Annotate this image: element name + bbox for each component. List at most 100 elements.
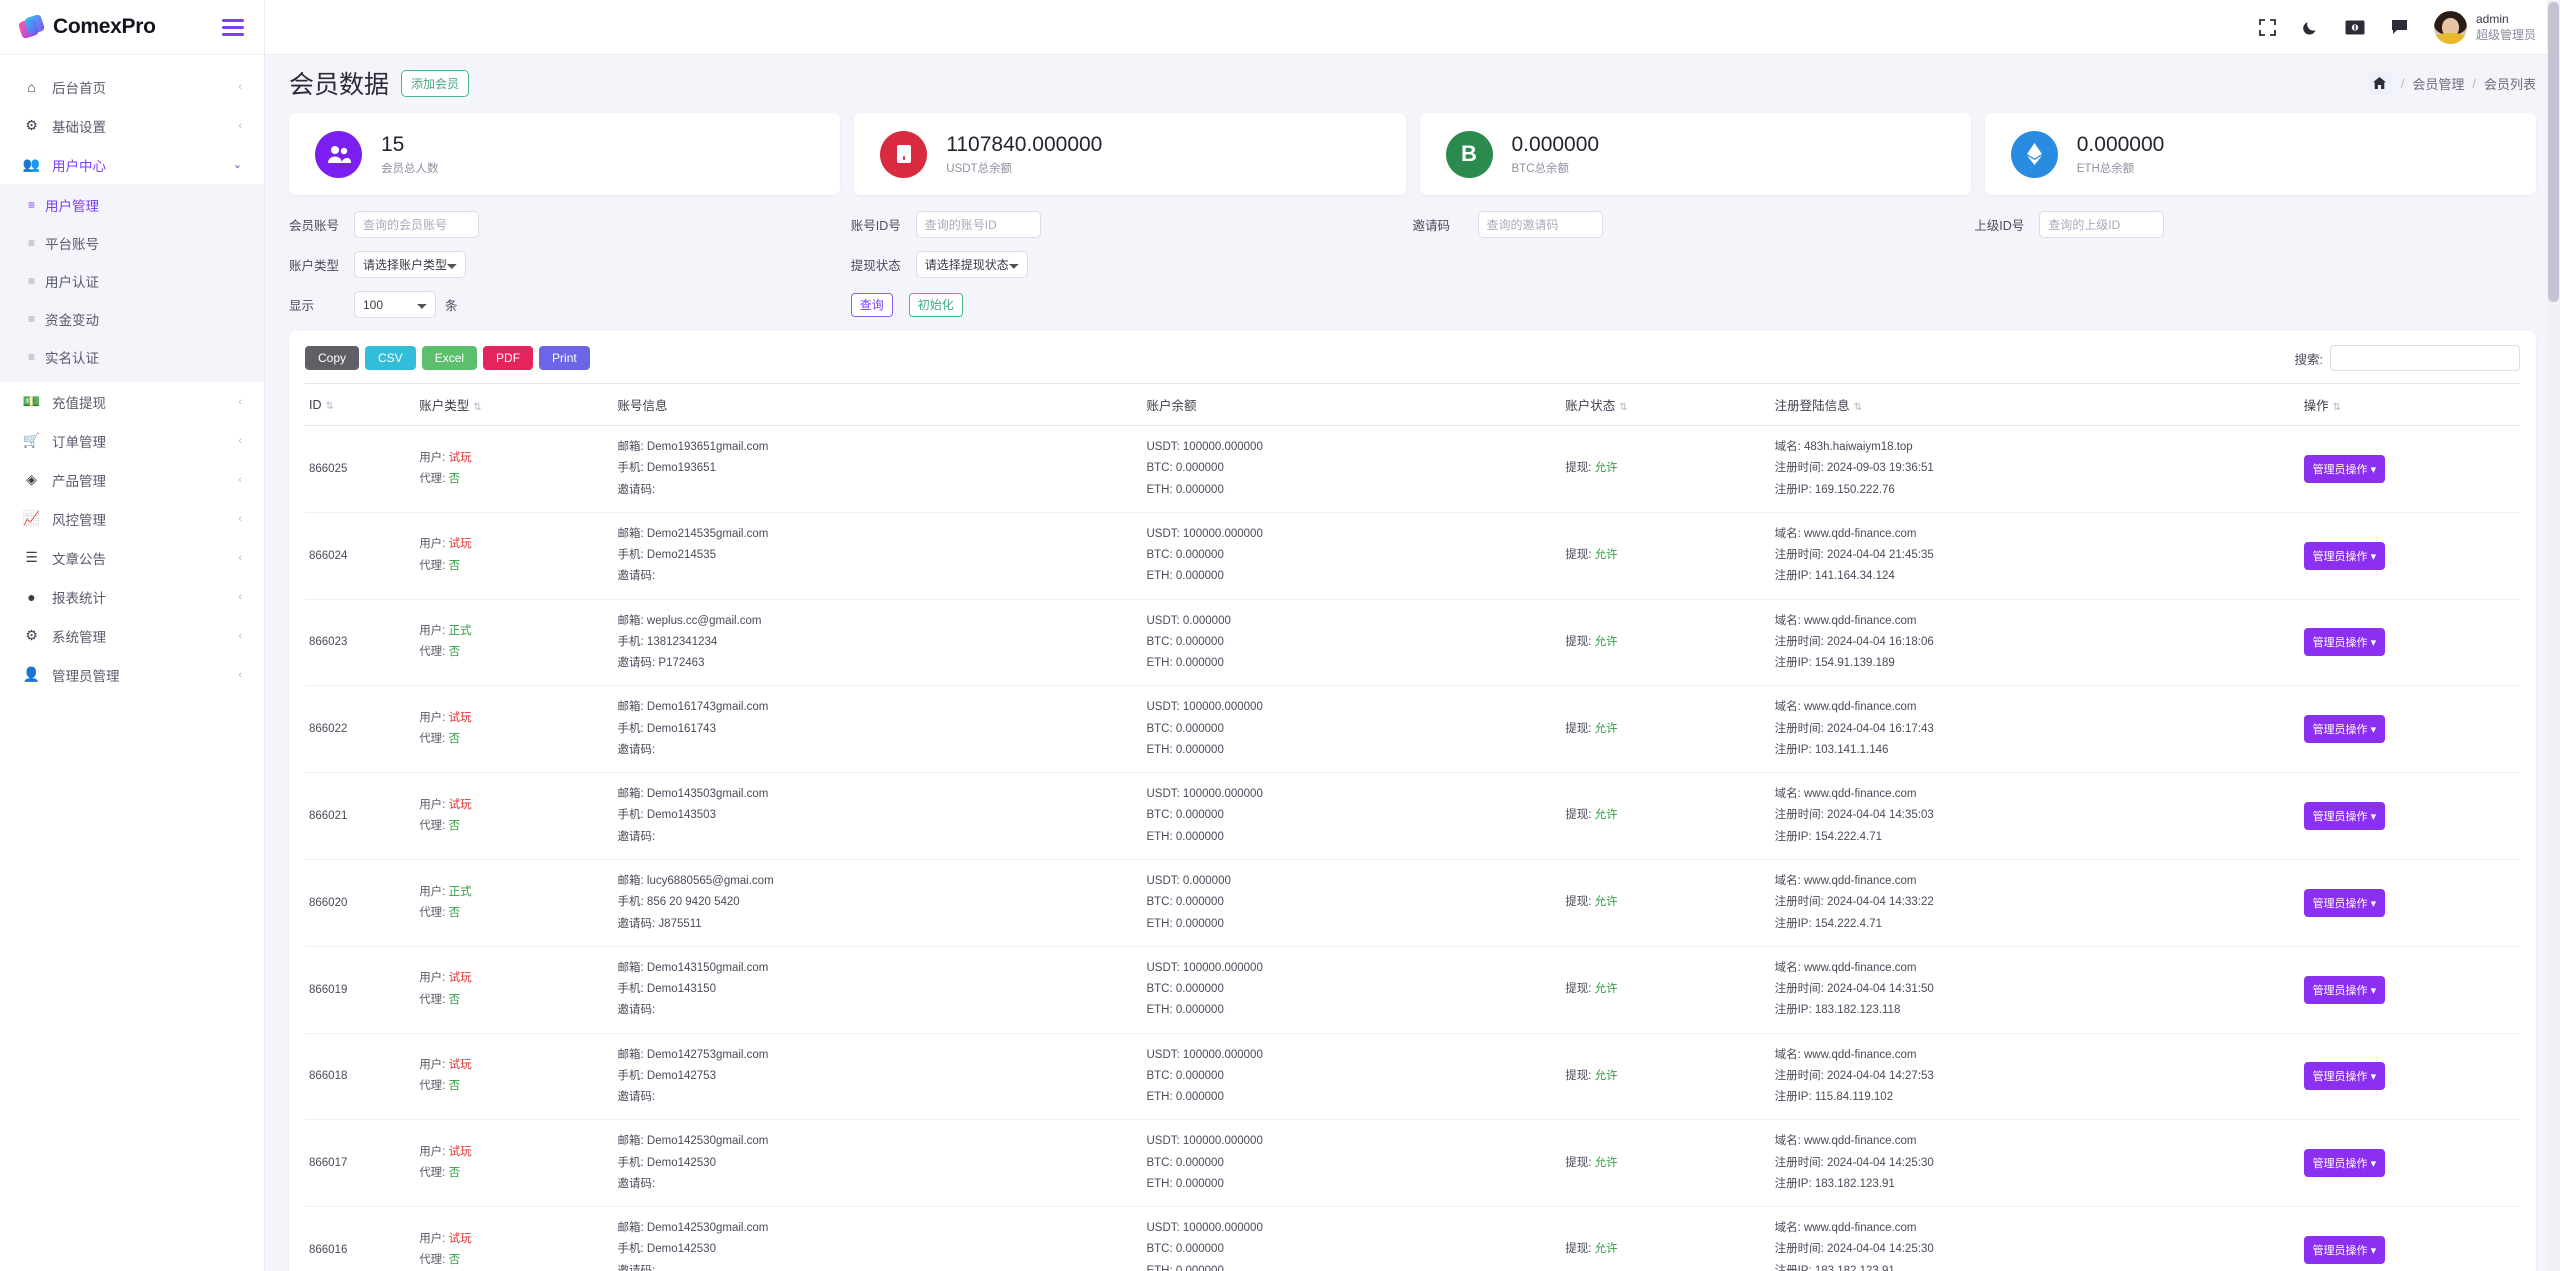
th-account-info[interactable]: 账号信息 (613, 383, 1143, 426)
admin-action-button[interactable]: 管理员操作 ▾ (2303, 1062, 2386, 1091)
invite-code-input[interactable] (1477, 211, 1603, 238)
cell-id: 866021 (305, 772, 416, 860)
cell-id: 866023 (305, 599, 416, 687)
copy-button[interactable]: Copy (305, 346, 360, 370)
scrollbar-thumb[interactable] (2548, 2, 2559, 302)
sidebar-item-deposit-withdraw[interactable]: 💵 充值提现 ‹ (0, 382, 264, 421)
sidebar-item-platform-account[interactable]: ≡ 平台账号 (0, 224, 264, 262)
cell-action: 管理员操作 ▾ (2299, 1206, 2520, 1271)
pdf-button[interactable]: PDF (483, 346, 534, 370)
query-button[interactable]: 查询 (850, 292, 893, 317)
th-account-balance[interactable]: 账户余额 (1142, 383, 1562, 426)
sidebar-item-risk-management[interactable]: 📈 风控管理 ‹ (0, 499, 264, 538)
brand-header: ComexPro (0, 0, 264, 55)
search-input[interactable] (2330, 345, 2520, 371)
admin-action-button[interactable]: 管理员操作 ▾ (2303, 802, 2386, 831)
moon-icon[interactable] (2302, 19, 2319, 36)
sidebar-item-home[interactable]: ⌂ 后台首页 ‹ (0, 67, 264, 106)
admin-action-button[interactable]: 管理员操作 ▾ (2303, 715, 2386, 744)
cell-id: 866016 (305, 1206, 416, 1271)
content-area: 会员数据 添加会员 / 会员管理 / 会员列表 15 会员总人数 1107840… (265, 55, 2560, 1271)
list-icon: ≡ (28, 312, 36, 326)
admin-action-button[interactable]: 管理员操作 ▾ (2303, 454, 2386, 483)
sidebar-item-admin-management[interactable]: 👤 管理员管理 ‹ (0, 655, 264, 694)
filter-label-parent-id: 上级ID号 (1974, 219, 2025, 233)
cell-account-info: 邮箱: Demo161743gmail.com 手机: Demo161743 邀请码… (613, 685, 1143, 774)
admin-action-button[interactable]: 管理员操作 ▾ (2303, 628, 2386, 657)
admin-action-button[interactable]: 管理员操作 ▾ (2303, 888, 2386, 917)
table-body: 866025 用户: 试玩 代理: 否邮箱: Demo193651gmail.com… (305, 425, 2520, 1271)
withdraw-state-select[interactable]: 请选择提现状态 (915, 251, 1028, 278)
admin-action-button[interactable]: 管理员操作 ▾ (2303, 1236, 2386, 1265)
menu-toggle-icon[interactable] (222, 18, 244, 36)
sidebar-item-real-name-auth[interactable]: ≡ 实名认证 (0, 338, 264, 376)
user-type-value: 试玩 (448, 798, 472, 811)
user-menu[interactable]: admin 超级管理员 (2433, 10, 2536, 44)
sidebar-label-risk-management: 风控管理 (52, 512, 106, 528)
account-input[interactable] (354, 211, 479, 238)
sidebar-item-user-management[interactable]: ≡ 用户管理 (0, 186, 264, 224)
withdraw-status: 允许 (1594, 983, 1618, 996)
cell-id: 866020 (305, 859, 416, 947)
sidebar-item-system-management[interactable]: ⚙ 系统管理 ‹ (0, 616, 264, 655)
chevron-left-icon: ‹ (238, 80, 242, 93)
sidebar-label-deposit-withdraw: 充值提现 (52, 395, 106, 411)
withdraw-status: 允许 (1594, 1069, 1618, 1082)
page-size-select[interactable]: 100 (354, 291, 436, 318)
th-id[interactable]: ID ⇅ (305, 383, 416, 426)
cell-registration-info: 域名: www.qdd-finance.com 注册时间: 2024-04-04 … (1770, 1206, 2300, 1271)
account-type-select[interactable]: 请选择账户类型 (354, 251, 466, 278)
th-registration-info[interactable]: 注册登陆信息 ⇅ (1770, 383, 2300, 426)
admin-action-button[interactable]: 管理员操作 ▾ (2303, 1149, 2386, 1178)
filter-invite-code: 邀请码 (1413, 211, 1975, 238)
cell-action: 管理员操作 ▾ (2299, 599, 2520, 687)
sidebar-item-articles[interactable]: ☰ 文章公告 ‹ (0, 538, 264, 577)
cell-action: 管理员操作 ▾ (2299, 512, 2520, 600)
th-action[interactable]: 操作 ⇅ (2299, 383, 2520, 426)
sidebar-item-user-center[interactable]: 👥 用户中心 ⌄ (0, 145, 264, 184)
home-icon[interactable] (2366, 71, 2393, 95)
excel-button[interactable]: Excel (421, 346, 478, 370)
filter-label-unit: 条 (445, 299, 458, 313)
th-account-type[interactable]: 账户类型 ⇅ (415, 383, 614, 426)
chat-icon[interactable] (2391, 19, 2408, 35)
th-account-state[interactable]: 账户状态 ⇅ (1561, 383, 1771, 426)
cell-action: 管理员操作 ▾ (2299, 859, 2520, 947)
reset-button[interactable]: 初始化 (908, 292, 963, 317)
money-icon[interactable] (2345, 20, 2365, 35)
cell-account-info: 邮箱: Demo142530gmail.com 手机: Demo142530 邀请码… (613, 1119, 1143, 1208)
cart-icon: 🛒 (22, 432, 41, 448)
add-member-button[interactable]: 添加会员 (401, 69, 470, 97)
cell-account-type: 用户: 试玩 代理: 否 (415, 1119, 614, 1208)
chevron-left-icon: ‹ (238, 629, 242, 642)
sidebar-label-user-management: 用户管理 (45, 199, 100, 214)
csv-button[interactable]: CSV (365, 346, 416, 370)
breadcrumb-item-member-management[interactable]: 会员管理 (2412, 74, 2464, 93)
sidebar-item-fund-change[interactable]: ≡ 资金变动 (0, 300, 264, 338)
sidebar-item-order-management[interactable]: 🛒 订单管理 ‹ (0, 421, 264, 460)
cell-account-balance: USDT: 0.000000 BTC: 0.000000 ETH: 0.000000 (1142, 599, 1562, 687)
cell-account-balance: USDT: 100000.000000 BTC: 0.000000 ETH: 0.0… (1142, 425, 1562, 513)
cell-id: 866024 (305, 512, 416, 600)
stat-label-btc: BTC总余额 (1511, 163, 1570, 176)
cell-account-balance: USDT: 100000.000000 BTC: 0.000000 ETH: 0.0… (1142, 685, 1562, 774)
sidebar-item-basic-settings[interactable]: ⚙ 基础设置 ‹ (0, 106, 264, 145)
admin-action-button[interactable]: 管理员操作 ▾ (2303, 541, 2386, 570)
sidebar-item-reports[interactable]: ● 报表统计 ‹ (0, 577, 264, 616)
parent-id-input[interactable] (2039, 211, 2165, 238)
sidebar-item-product-management[interactable]: ◈ 产品管理 ‹ (0, 460, 264, 499)
account-id-input[interactable] (915, 211, 1041, 238)
topbar: admin 超级管理员 (265, 0, 2560, 55)
page-scrollbar[interactable] (2547, 0, 2560, 1271)
sort-icon: ⇅ (2332, 402, 2341, 413)
agent-value: 否 (448, 733, 461, 746)
print-button[interactable]: Print (539, 346, 590, 370)
fullscreen-icon[interactable] (2259, 18, 2276, 36)
cell-account-state: 提现: 允许 (1561, 1119, 1771, 1208)
cell-account-state: 提现: 允许 (1561, 1033, 1771, 1121)
admin-action-button[interactable]: 管理员操作 ▾ (2303, 975, 2386, 1004)
user-name: admin (2475, 11, 2509, 26)
filter-label-account-type: 账户类型 (289, 259, 340, 273)
cell-action: 管理员操作 ▾ (2299, 772, 2520, 860)
sidebar-item-user-verification[interactable]: ≡ 用户认证 (0, 262, 264, 300)
